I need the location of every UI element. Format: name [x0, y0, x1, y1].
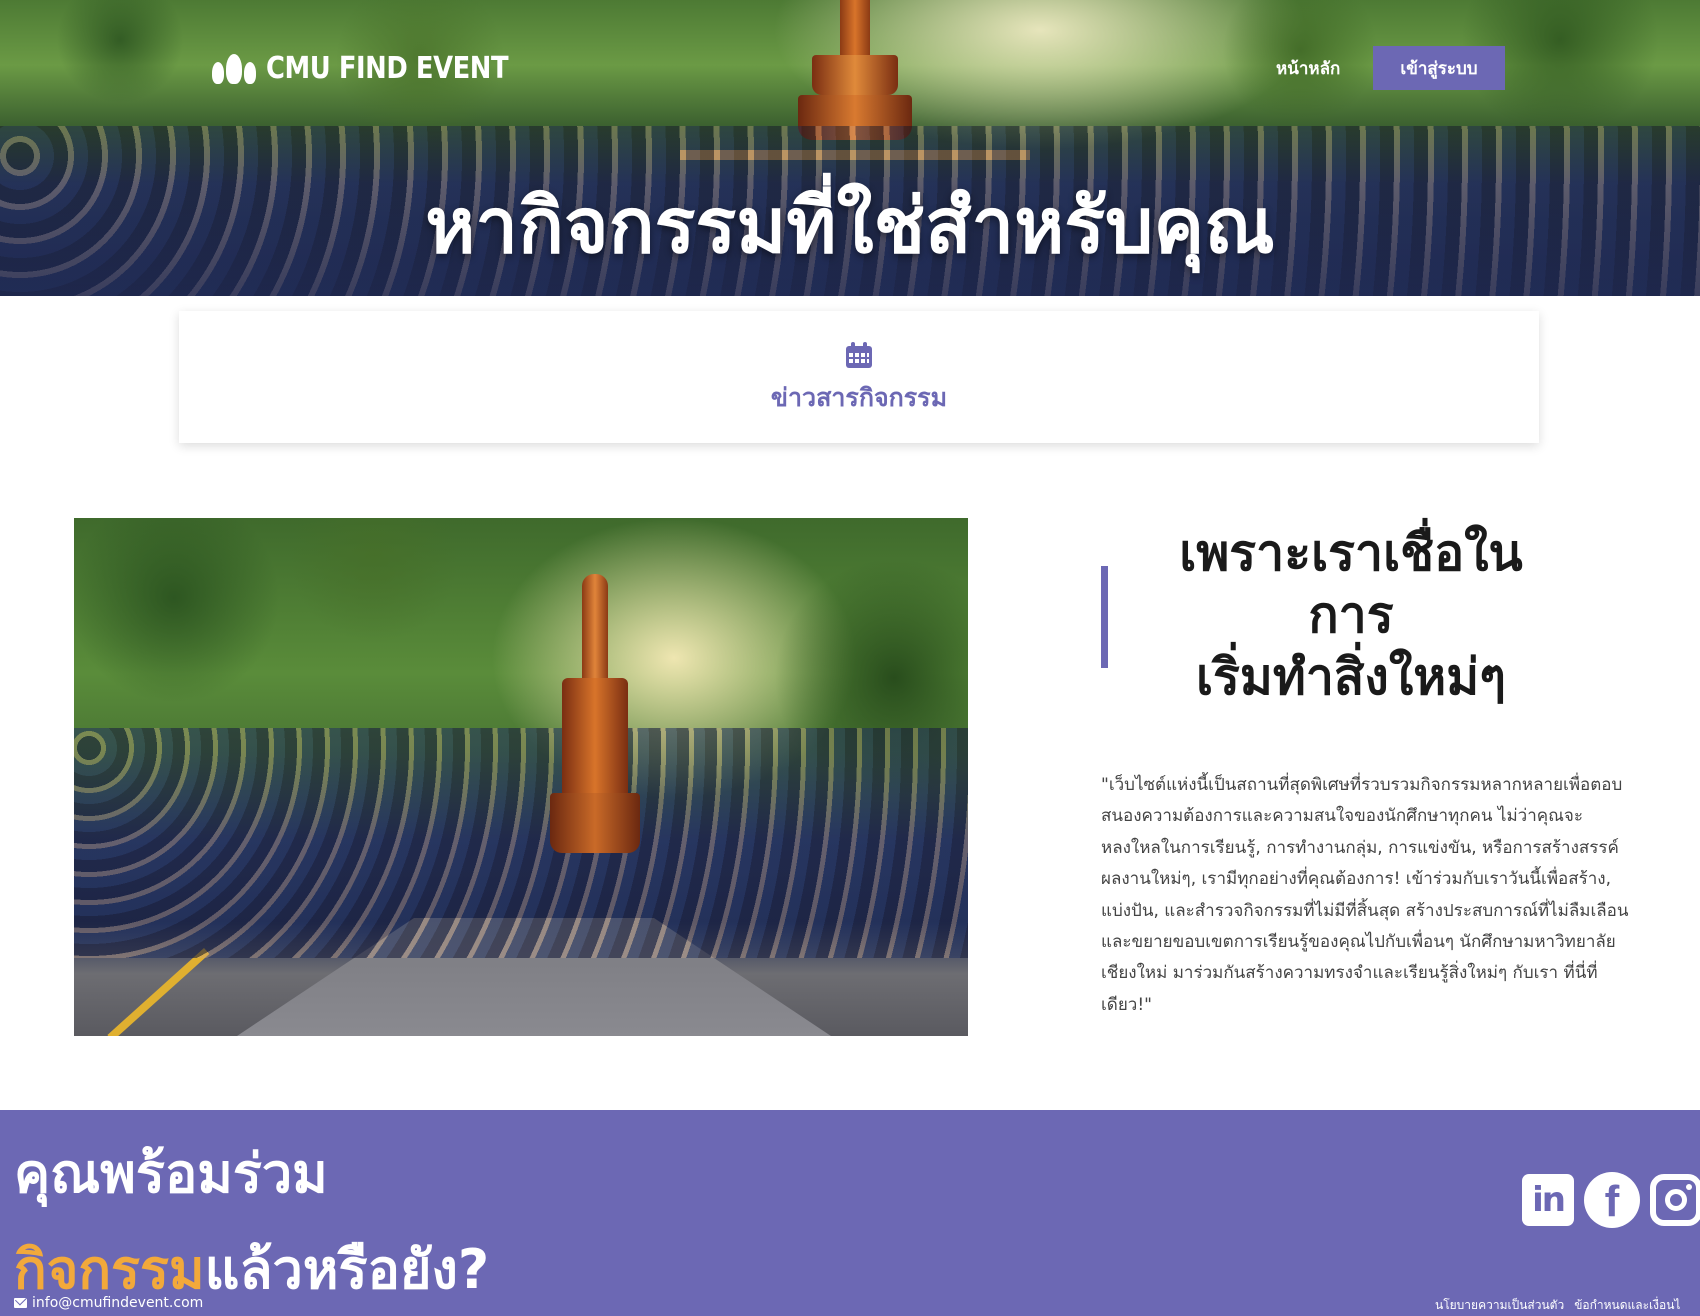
cta-rest: แล้วหรือยัง? [204, 1238, 490, 1301]
facebook-icon[interactable]: f [1584, 1172, 1640, 1228]
news-card[interactable]: ข่าวสารกิจกรรม [179, 311, 1539, 443]
privacy-policy-link[interactable]: นโยบายความเป็นส่วนตัว [1435, 1296, 1564, 1315]
about-description: "เว็บไซต์แห่งนี้เป็นสถานที่สุดพิเศษที่รว… [1101, 775, 1629, 1015]
legal-links: นโยบายความเป็นส่วนตัว ข้อกำหนดและเงื่อนไ [1435, 1296, 1680, 1315]
social-links: in f [1520, 1172, 1700, 1228]
footer: คุณพร้อมร่วม กิจกรรมแล้วหรือยัง? info@cm… [0, 1110, 1700, 1316]
nav-home-link[interactable]: หน้าหลัก [1276, 55, 1340, 82]
cta-heading: คุณพร้อมร่วม กิจกรรมแล้วหรือยัง? [14, 1126, 489, 1316]
people-icon [212, 52, 256, 84]
cta-line1: คุณพร้อมร่วม [14, 1142, 328, 1205]
email-text: info@cmufindevent.com [32, 1295, 204, 1311]
brand-name: CMU FIND EVENT [266, 50, 509, 86]
hero-title: หากิจกรรมที่ใช่สำหรับคุณ [425, 181, 1275, 270]
linkedin-icon[interactable]: in [1520, 1172, 1576, 1228]
login-button[interactable]: เข้าสู่ระบบ [1373, 46, 1505, 90]
footer-email[interactable]: info@cmufindevent.com [14, 1295, 203, 1311]
calendar-icon [846, 342, 872, 368]
hero-banner: CMU FIND EVENT หน้าหลัก เข้าสู่ระบบ หากิ… [0, 0, 1700, 296]
terms-link[interactable]: ข้อกำหนดและเงื่อนไ [1574, 1296, 1680, 1315]
instagram-icon[interactable] [1648, 1172, 1700, 1228]
heading-accent-bar [1101, 566, 1108, 668]
brand-logo[interactable]: CMU FIND EVENT [212, 50, 548, 86]
mail-icon [14, 1298, 27, 1308]
about-photo [74, 518, 968, 1036]
news-label: ข่าวสารกิจกรรม [770, 383, 948, 412]
cta-accent: กิจกรรม [14, 1238, 205, 1301]
about-heading: เพราะเราเชื่อใน การ เริ่มทำสิ่งใหม่ๆ [1179, 524, 1523, 706]
